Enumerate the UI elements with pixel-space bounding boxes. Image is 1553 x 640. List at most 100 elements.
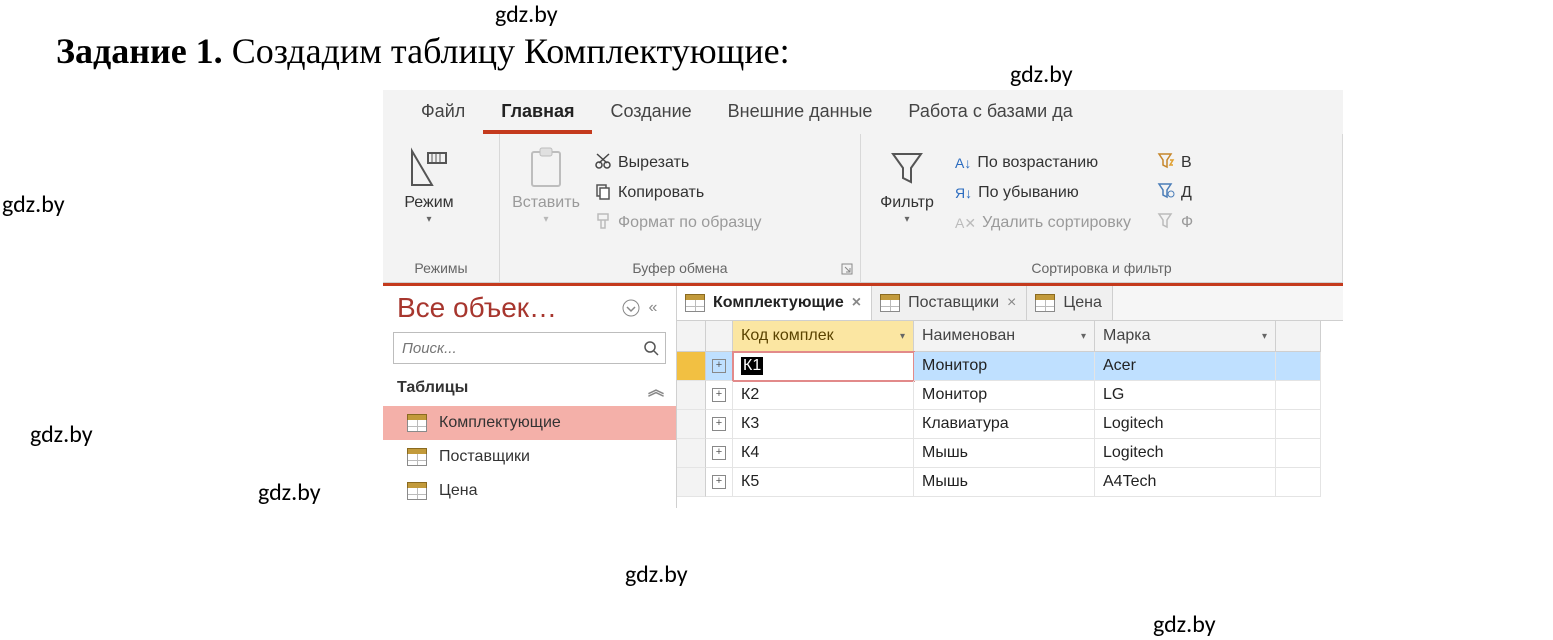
column-header-extra[interactable]: [1276, 321, 1321, 352]
table-row[interactable]: + К1 Монитор Acer: [677, 352, 1343, 381]
paintbrush-icon: [594, 212, 612, 235]
sort-desc-button[interactable]: Я↓ По убыванию: [951, 178, 1135, 208]
sort-asc-button[interactable]: А↓ По возрастанию: [951, 148, 1135, 178]
cell-name[interactable]: Клавиатура: [914, 410, 1095, 439]
cell-name[interactable]: Монитор: [914, 352, 1095, 381]
filter-button[interactable]: Фильтр ▾: [871, 140, 943, 225]
row-selector[interactable]: [677, 439, 706, 468]
watermark: gdz.by: [2, 190, 65, 219]
table-row[interactable]: + К4 Мышь Logitech: [677, 439, 1343, 468]
cell-extra[interactable]: [1276, 352, 1321, 381]
row-selector[interactable]: [677, 381, 706, 410]
selection-filter-button[interactable]: В: [1153, 148, 1197, 178]
row-selector[interactable]: [677, 468, 706, 497]
table-row[interactable]: + К2 Монитор LG: [677, 381, 1343, 410]
expand-row-icon[interactable]: +: [706, 439, 733, 468]
cell-name[interactable]: Монитор: [914, 381, 1095, 410]
row-selector[interactable]: [677, 352, 706, 381]
selection-filter-label: В: [1181, 154, 1192, 172]
clear-sort-button[interactable]: А✕ Удалить сортировку: [951, 208, 1135, 238]
nav-item-postav[interactable]: Поставщики: [383, 440, 676, 474]
cell-key[interactable]: К3: [733, 410, 914, 439]
ribbon-tab-home[interactable]: Главная: [483, 91, 592, 134]
toggle-filter-button[interactable]: Ф: [1153, 208, 1197, 238]
cell-key[interactable]: К5: [733, 468, 914, 497]
paste-button[interactable]: Вставить ▾: [510, 140, 582, 225]
ribbon-tab-external-data[interactable]: Внешние данные: [710, 91, 891, 134]
ribbon-tab-database-tools[interactable]: Работа с базами да: [890, 91, 1090, 134]
watermark: gdz.by: [1153, 610, 1216, 639]
document-area: Комплектующие × Поставщики × Цена: [677, 286, 1343, 508]
cell-key[interactable]: К1: [733, 352, 914, 381]
ribbon-tab-create[interactable]: Создание: [592, 91, 709, 134]
cut-button[interactable]: Вырезать: [590, 148, 765, 178]
ribbon-group-label-sortfilter: Сортировка и фильтр: [871, 256, 1332, 282]
watermark: gdz.by: [30, 420, 93, 449]
nav-item-label: Цена: [439, 482, 477, 500]
doc-tab-komplekt[interactable]: Комплектующие ×: [677, 286, 872, 320]
nav-item-label: Комплектующие: [439, 414, 561, 432]
cell-key[interactable]: К2: [733, 381, 914, 410]
task-heading-rest: Создадим таблицу Комплектующие:: [223, 31, 790, 71]
column-header-brand[interactable]: Марка▾: [1095, 321, 1276, 352]
nav-title-row[interactable]: Все объек… «: [383, 286, 676, 328]
doc-tab-cena[interactable]: Цена: [1027, 286, 1112, 320]
navigation-pane: Все объек… « Таблицы ︽ Комплекту: [383, 286, 677, 508]
content-area: Все объек… « Таблицы ︽ Комплекту: [383, 283, 1343, 508]
chevron-down-icon: ▾: [1081, 331, 1086, 342]
search-input[interactable]: [394, 340, 637, 357]
format-painter-button[interactable]: Формат по образцу: [590, 208, 765, 238]
watermark: gdz.by: [625, 560, 688, 589]
cell-extra[interactable]: [1276, 410, 1321, 439]
table-row[interactable]: + К3 Клавиатура Logitech: [677, 410, 1343, 439]
expand-row-icon[interactable]: +: [706, 352, 733, 381]
row-selector[interactable]: [677, 410, 706, 439]
cell-name[interactable]: Мышь: [914, 439, 1095, 468]
chevron-down-circle-icon[interactable]: [620, 297, 642, 319]
cell-name[interactable]: Мышь: [914, 468, 1095, 497]
nav-category-tables[interactable]: Таблицы ︽: [383, 370, 676, 406]
expand-row-icon[interactable]: +: [706, 410, 733, 439]
nav-item-cena[interactable]: Цена: [383, 474, 676, 508]
nav-item-label: Поставщики: [439, 448, 530, 466]
datasheet-grid: Код комплек▾ Наименован▾ Марка▾ + К1 Мон…: [677, 321, 1343, 497]
search-icon[interactable]: [637, 340, 665, 356]
table-row[interactable]: + К5 Мышь A4Tech: [677, 468, 1343, 497]
cell-brand[interactable]: A4Tech: [1095, 468, 1276, 497]
close-icon[interactable]: ×: [1007, 294, 1016, 312]
advanced-filter-button[interactable]: Д: [1153, 178, 1197, 208]
nav-item-komplekt[interactable]: Комплектующие: [383, 406, 676, 440]
access-window: Файл Главная Создание Внешние данные Раб…: [383, 90, 1343, 508]
cut-label: Вырезать: [618, 154, 689, 172]
cell-extra[interactable]: [1276, 439, 1321, 468]
document-tab-bar: Комплектующие × Поставщики × Цена: [677, 286, 1343, 321]
select-all-cell[interactable]: [677, 321, 706, 352]
clear-sort-icon: А✕: [955, 215, 976, 232]
cell-brand[interactable]: LG: [1095, 381, 1276, 410]
sort-asc-icon: А↓: [955, 155, 971, 171]
ribbon: Режим ▾ Режимы Вставить ▾: [383, 134, 1343, 283]
shutter-bar-icon[interactable]: «: [642, 297, 664, 319]
copy-button[interactable]: Копировать: [590, 178, 765, 208]
copy-icon: [594, 182, 612, 205]
cell-key[interactable]: К4: [733, 439, 914, 468]
cell-extra[interactable]: [1276, 381, 1321, 410]
task-heading-bold: Задание 1.: [56, 31, 223, 71]
close-icon[interactable]: ×: [852, 294, 861, 312]
doc-tab-postav[interactable]: Поставщики ×: [872, 286, 1027, 320]
dialog-launcher-icon[interactable]: [840, 262, 854, 276]
cell-brand[interactable]: Logitech: [1095, 410, 1276, 439]
view-button[interactable]: Режим ▾: [393, 140, 465, 225]
ribbon-tab-file[interactable]: Файл: [403, 91, 483, 134]
cell-brand[interactable]: Logitech: [1095, 439, 1276, 468]
expand-row-icon[interactable]: +: [706, 381, 733, 410]
doc-tab-label: Цена: [1063, 294, 1101, 312]
scissors-icon: [594, 152, 612, 175]
table-icon: [407, 414, 427, 432]
expand-row-icon[interactable]: +: [706, 468, 733, 497]
table-icon: [685, 294, 705, 312]
column-header-key[interactable]: Код комплек▾: [733, 321, 914, 352]
column-header-name[interactable]: Наименован▾: [914, 321, 1095, 352]
cell-brand[interactable]: Acer: [1095, 352, 1276, 381]
cell-extra[interactable]: [1276, 468, 1321, 497]
